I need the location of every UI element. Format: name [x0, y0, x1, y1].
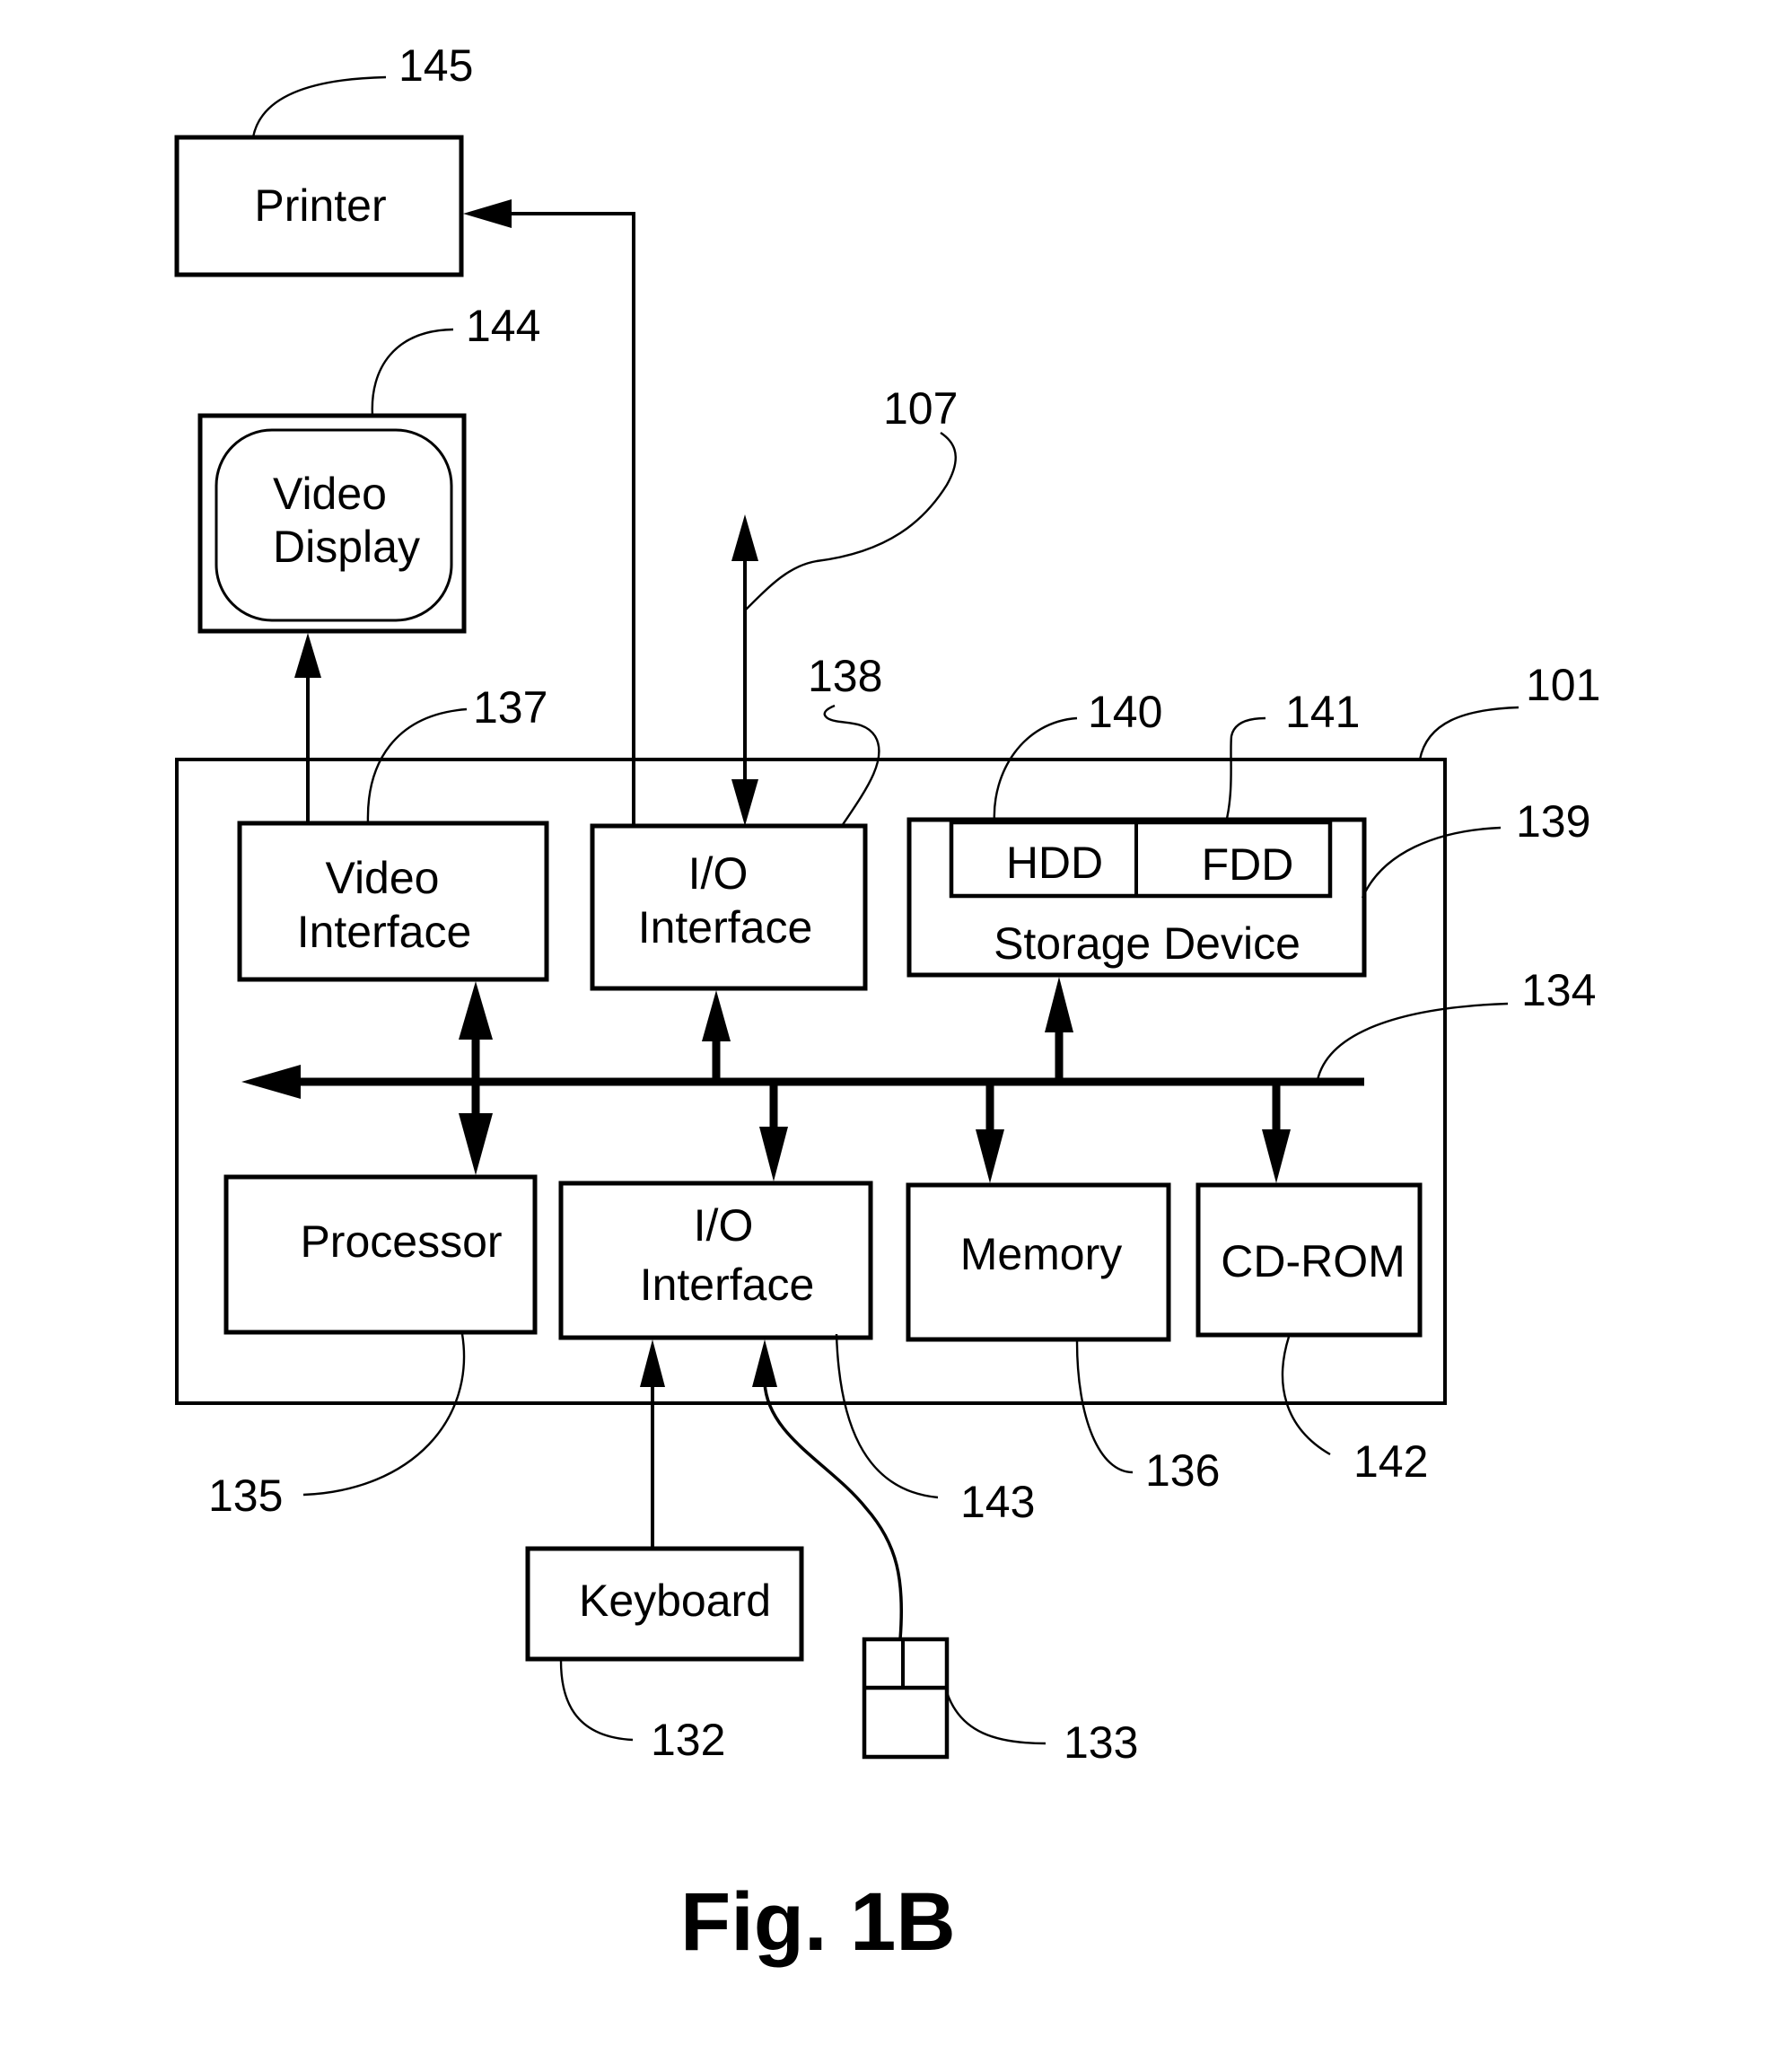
- io-interface-top-line1: I/O: [688, 848, 749, 899]
- printer-block: Printer 145: [174, 40, 473, 277]
- computer-ref: 101: [1526, 660, 1600, 710]
- io-bottom-arrowhead: [759, 1127, 788, 1181]
- printer-arrowhead: [463, 199, 512, 228]
- network-ref: 107: [883, 383, 958, 434]
- computer-ref-leader: [1418, 706, 1519, 760]
- network-arrowhead-up: [731, 514, 758, 561]
- io-interface-top-block: I/O Interface 138: [590, 651, 882, 991]
- network-arrowhead-down: [731, 779, 758, 826]
- processor-label: Processor: [300, 1216, 502, 1267]
- memory-block: Memory 136: [906, 1182, 1220, 1496]
- io-interface-bottom-line2: Interface: [640, 1260, 815, 1310]
- memory-label: Memory: [960, 1229, 1123, 1279]
- video-interface-arrowhead: [459, 981, 493, 1040]
- figure-caption: Fig. 1B: [680, 1876, 956, 1968]
- io-interface-bottom-ref-leader: [835, 1333, 939, 1499]
- video-display-block: Video Display 144: [197, 301, 540, 634]
- memory-ref: 136: [1145, 1445, 1220, 1496]
- video-output-arrowhead: [294, 633, 321, 678]
- printer-connection: [463, 199, 635, 830]
- memory-arrowhead: [976, 1129, 1004, 1183]
- storage-device-ref: 139: [1516, 796, 1590, 847]
- hdd-label: HDD: [1006, 838, 1103, 888]
- io-interface-bottom-ref: 143: [960, 1477, 1035, 1527]
- cdrom-block: CD-ROM 142: [1195, 1182, 1428, 1487]
- mouse-arrowhead: [752, 1339, 777, 1387]
- cdrom-label: CD-ROM: [1221, 1236, 1406, 1286]
- mouse-ref-leader: [945, 1691, 1047, 1745]
- bus-arrowhead: [241, 1065, 301, 1099]
- cdrom-ref: 142: [1353, 1436, 1428, 1487]
- video-interface-line1: Video: [326, 853, 440, 903]
- keyboard-ref: 132: [651, 1715, 725, 1765]
- video-interface-line2: Interface: [297, 907, 472, 957]
- mouse-body: [862, 1637, 950, 1760]
- video-interface-block: Video Interface 137: [237, 682, 549, 982]
- cdrom-ref-leader: [1281, 1336, 1331, 1456]
- keyboard-arrowhead: [640, 1339, 665, 1387]
- cdrom-arrowhead: [1262, 1129, 1291, 1183]
- io-interface-bottom-line1: I/O: [694, 1200, 754, 1251]
- processor-arrowhead: [459, 1113, 493, 1175]
- printer-ref-leader: [251, 75, 387, 138]
- video-interface-ref-leader: [366, 707, 468, 824]
- storage-arrowhead: [1045, 977, 1073, 1032]
- system-bus: 134: [241, 965, 1596, 1099]
- storage-device-ref-leader: [1361, 826, 1502, 899]
- io-top-arrowhead: [702, 990, 731, 1041]
- storage-device-label: Storage Device: [994, 918, 1300, 969]
- network-ref-leader: [744, 432, 957, 611]
- printer-label: Printer: [254, 180, 386, 231]
- io-interface-top-ref: 138: [808, 651, 882, 701]
- bus-ref-leader: [1316, 1002, 1509, 1081]
- block-diagram: Printer 145 Video Display 144 107 101 Vi…: [174, 40, 1600, 1968]
- processor-block: Processor 135: [208, 1174, 538, 1521]
- bus-ref: 134: [1521, 965, 1596, 1015]
- video-display-line1: Video: [273, 469, 387, 519]
- video-output-connection: [294, 633, 321, 823]
- hdd-ref: 140: [1088, 687, 1162, 737]
- io-interface-top-line2: Interface: [638, 902, 813, 953]
- fdd-ref: 141: [1285, 687, 1360, 737]
- video-display-ref: 144: [466, 301, 540, 351]
- video-display-line2: Display: [273, 522, 420, 572]
- video-interface-ref: 137: [473, 682, 547, 733]
- storage-device-block: HDD FDD Storage Device 140 141 139: [906, 687, 1590, 978]
- keyboard-label: Keyboard: [579, 1576, 771, 1626]
- fdd-label: FDD: [1202, 839, 1294, 890]
- hdd-ref-leader: [993, 716, 1078, 823]
- memory-ref-leader: [1075, 1340, 1134, 1474]
- keyboard-ref-leader: [559, 1660, 634, 1742]
- printer-ref: 145: [398, 40, 473, 91]
- processor-ref: 135: [208, 1471, 283, 1521]
- fdd-ref-leader: [1224, 716, 1266, 823]
- processor-ref-leader: [302, 1333, 466, 1497]
- video-display-ref-leader: [371, 328, 454, 417]
- io-interface-top-ref-leader: [823, 704, 880, 827]
- mouse-ref: 133: [1064, 1717, 1138, 1768]
